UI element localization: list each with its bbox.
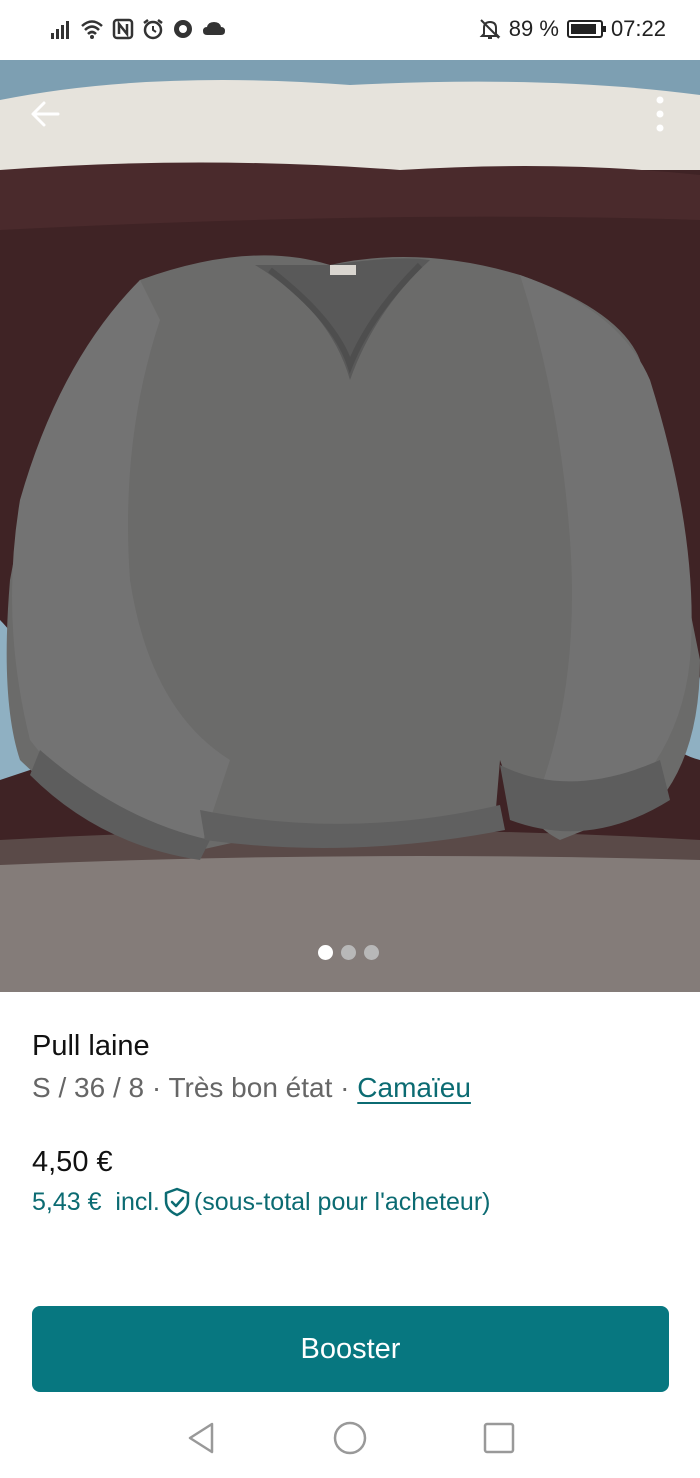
home-circle-icon[interactable] bbox=[330, 1418, 370, 1458]
cloud-icon bbox=[203, 22, 225, 35]
wifi-icon bbox=[81, 20, 103, 39]
bell-off-icon bbox=[479, 19, 501, 39]
signal-icon bbox=[51, 21, 69, 39]
total-price: 5,43 € bbox=[32, 1187, 102, 1216]
clock: 07:22 bbox=[610, 16, 666, 41]
status-bar: 89 % 07:22 bbox=[0, 0, 700, 60]
product-photo[interactable] bbox=[0, 60, 700, 992]
incl-label: incl. bbox=[115, 1187, 160, 1216]
battery-percent: 89 % bbox=[508, 16, 559, 41]
pagination-dot[interactable] bbox=[364, 945, 379, 960]
brand-link[interactable]: Camaïeu bbox=[357, 1072, 471, 1103]
vpn-icon bbox=[174, 20, 192, 38]
status-icons-right: 89 % 07:22 bbox=[479, 16, 666, 42]
battery-level bbox=[570, 24, 596, 34]
pagination-dot[interactable] bbox=[341, 945, 356, 960]
buyer-total-info[interactable]: 5,43 € incl. (sous-total pour l'acheteur… bbox=[32, 1187, 490, 1217]
system-navigation-bar bbox=[0, 1400, 700, 1478]
buyer-note: (sous-total pour l'acheteur) bbox=[193, 1187, 491, 1216]
shield-check-icon bbox=[164, 1187, 190, 1217]
recents-square-icon[interactable] bbox=[479, 1418, 519, 1458]
pagination-dot[interactable] bbox=[318, 945, 333, 960]
item-title: Pull laine bbox=[32, 1030, 150, 1062]
back-triangle-icon[interactable] bbox=[182, 1418, 222, 1458]
booster-button[interactable]: Booster bbox=[32, 1306, 669, 1392]
item-meta: S / 36 / 8 · Très bon état · Camaïeu bbox=[32, 1072, 471, 1104]
photo-pagination-dots bbox=[318, 945, 379, 960]
more-vertical-icon[interactable] bbox=[650, 90, 670, 138]
nfc-icon bbox=[112, 18, 134, 40]
arrow-left-icon[interactable] bbox=[22, 90, 70, 138]
battery-icon bbox=[566, 20, 606, 38]
status-icons-left bbox=[50, 18, 226, 40]
item-size-condition: S / 36 / 8 · Très bon état · bbox=[32, 1072, 358, 1103]
alarm-icon bbox=[143, 19, 163, 40]
sweater-photo bbox=[0, 60, 700, 992]
item-price: 4,50 € bbox=[32, 1146, 113, 1178]
